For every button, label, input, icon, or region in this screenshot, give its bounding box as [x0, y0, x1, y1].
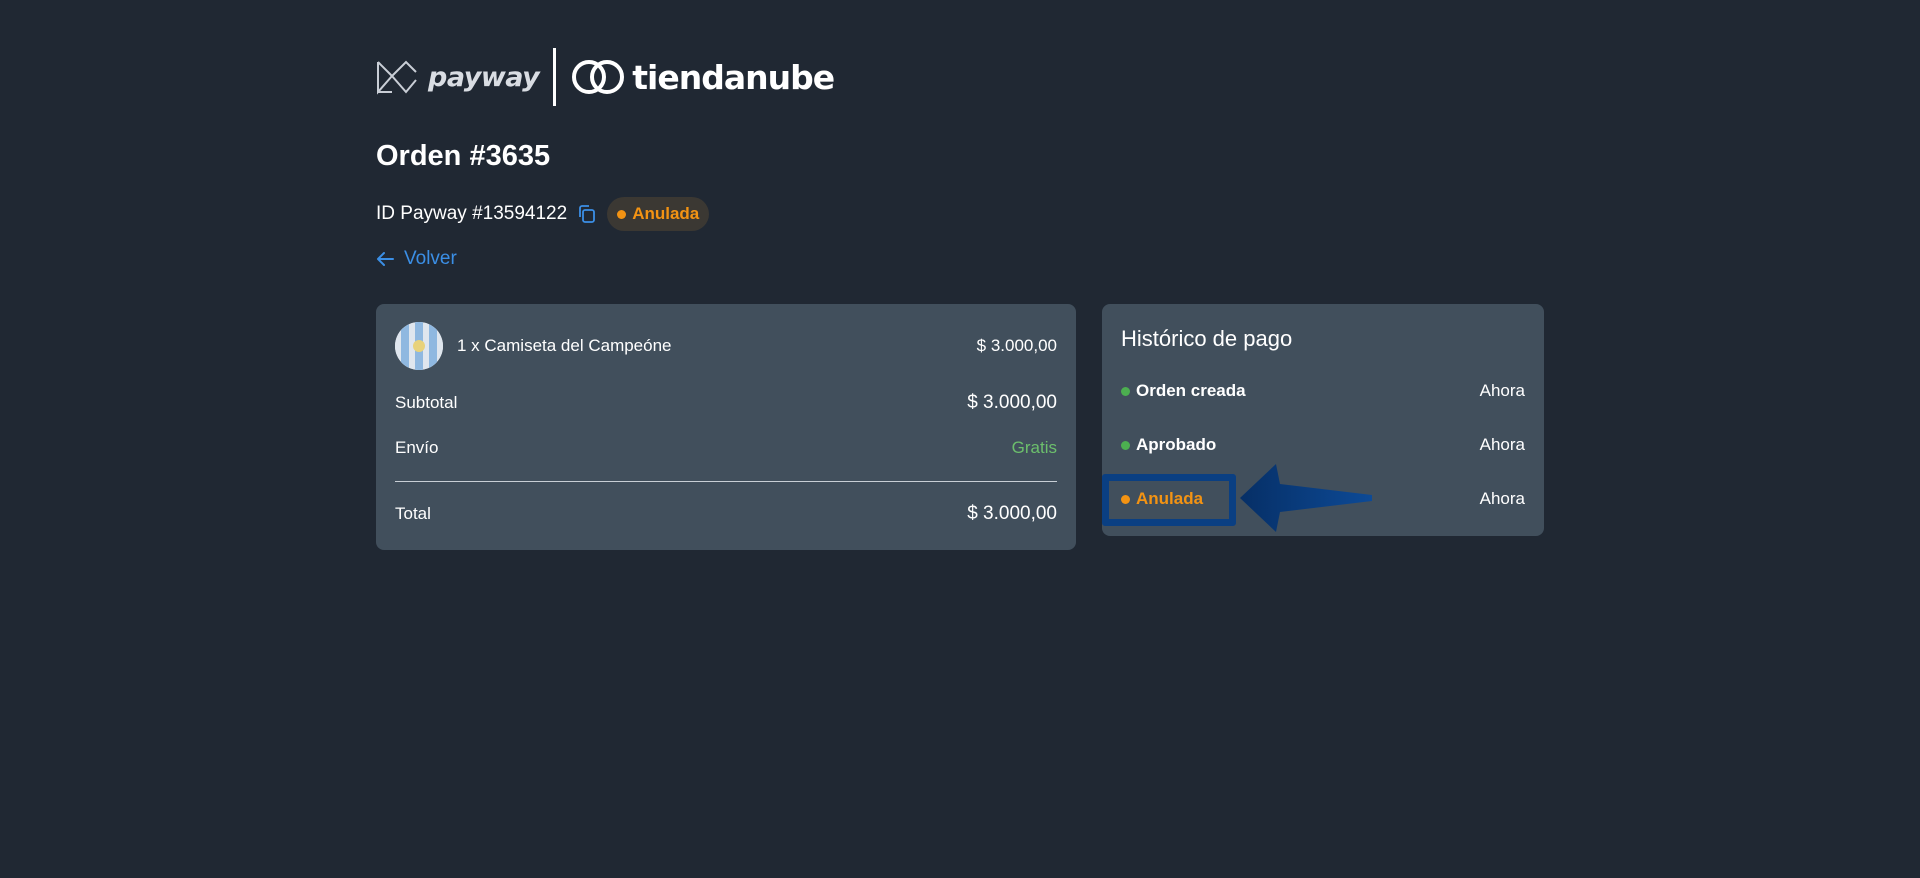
- history-event-row: Anulada Ahora: [1121, 486, 1525, 512]
- summary-divider: [395, 481, 1057, 482]
- payment-history-card: Histórico de pago Orden creada Ahora Apr…: [1102, 304, 1544, 536]
- shipping-row: Envío Gratis: [395, 438, 1057, 458]
- history-event-text: Anulada: [1136, 489, 1204, 508]
- back-link-label: Volver: [404, 248, 457, 269]
- total-label: Total: [395, 504, 431, 523]
- tiendanube-logo: tiendanube: [570, 57, 835, 97]
- payway-logo-text: payway: [428, 61, 540, 93]
- product-price: $ 3.000,00: [976, 336, 1057, 355]
- tiendanube-logo-icon: [572, 60, 625, 94]
- status-dot-icon: [1121, 386, 1130, 396]
- shipping-value: Gratis: [1011, 438, 1057, 457]
- order-detail-page: payway tiendanube Orden #3635 ID Payway …: [0, 0, 1920, 878]
- status-badge: Anulada: [607, 197, 710, 231]
- back-link[interactable]: Volver: [376, 248, 457, 270]
- subtotal-label: Subtotal: [395, 393, 458, 412]
- status-dot-icon: [1121, 440, 1130, 450]
- status-dot-icon: [617, 209, 627, 219]
- product-thumbnail: [395, 322, 443, 370]
- tiendanube-logo-text: tiendanube: [632, 57, 835, 97]
- page-title: Orden #3635: [376, 140, 551, 172]
- brand-divider: [553, 48, 557, 106]
- history-title: Histórico de pago: [1121, 326, 1293, 351]
- product-row: 1 x Camiseta del Campeóne $ 3.000,00: [395, 322, 1057, 370]
- total-value: $ 3.000,00: [967, 503, 1057, 524]
- history-event-text: Aprobado: [1136, 435, 1217, 454]
- payway-id: ID Payway #13594122: [376, 203, 568, 224]
- history-event-label: Anulada: [1121, 489, 1203, 509]
- history-event-row: Aprobado Ahora: [1121, 432, 1525, 458]
- status-dot-icon: [1121, 494, 1130, 504]
- history-event-time: Ahora: [1479, 381, 1525, 400]
- payway-id-row: ID Payway #13594122 Anulada: [376, 196, 710, 232]
- subtotal-row: Subtotal $ 3.000,00: [395, 392, 1057, 414]
- history-event-time: Ahora: [1479, 489, 1525, 508]
- shipping-label: Envío: [395, 438, 439, 457]
- copy-icon[interactable]: [577, 204, 597, 224]
- brand-header: payway tiendanube: [376, 47, 835, 107]
- history-event-row: Orden creada Ahora: [1121, 378, 1525, 404]
- history-event-label: Aprobado: [1121, 435, 1216, 455]
- history-event-label: Orden creada: [1121, 381, 1246, 401]
- payway-logo-icon: [377, 60, 417, 95]
- arrow-left-icon: [377, 252, 394, 266]
- product-name: 1 x Camiseta del Campeóne: [457, 336, 672, 355]
- subtotal-value: $ 3.000,00: [967, 392, 1057, 413]
- history-event-time: Ahora: [1479, 435, 1525, 454]
- order-summary-card: 1 x Camiseta del Campeóne $ 3.000,00 Sub…: [376, 304, 1076, 550]
- total-row: Total $ 3.000,00: [395, 503, 1057, 525]
- status-badge-label: Anulada: [632, 204, 700, 223]
- history-event-text: Orden creada: [1136, 381, 1246, 400]
- payway-logo: payway: [376, 58, 540, 96]
